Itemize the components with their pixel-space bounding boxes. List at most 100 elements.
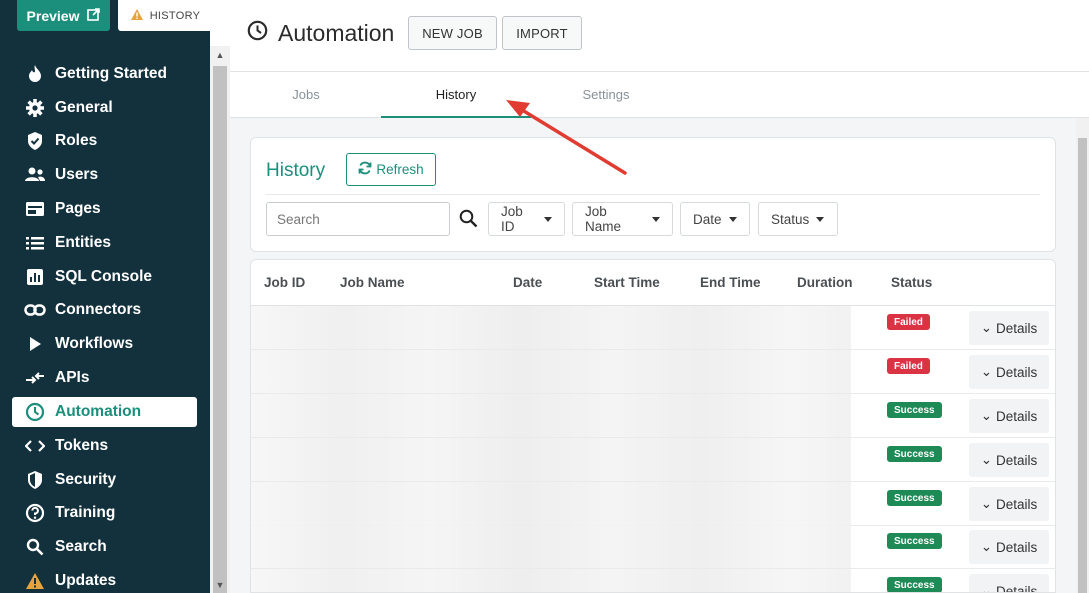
column-header-job-id[interactable]: Job ID: [264, 275, 305, 290]
refresh-label: Refresh: [376, 162, 424, 177]
sidebar-item-entities[interactable]: Entities: [12, 226, 197, 260]
column-header-duration[interactable]: Duration: [797, 275, 853, 290]
card-divider: [266, 194, 1040, 195]
column-header-start-time[interactable]: Start Time: [594, 275, 660, 290]
sidebar-item-security[interactable]: Security: [12, 463, 197, 497]
column-header-status[interactable]: Status: [891, 275, 932, 290]
page-title: Automation: [247, 20, 394, 47]
new-job-button[interactable]: NEW JOB: [408, 16, 497, 50]
main-scrollbar-thumb[interactable]: [1078, 138, 1087, 593]
filter-status-dropdown[interactable]: Status: [758, 202, 838, 236]
sidebar-item-label: Training: [55, 504, 116, 522]
column-header-date[interactable]: Date: [513, 275, 542, 290]
status-badge: Success: [887, 446, 942, 462]
sidebar-item-label: SQL Console: [55, 267, 153, 285]
details-button[interactable]: ⌄ Details: [969, 399, 1049, 433]
sidebar-item-search[interactable]: Search: [12, 530, 197, 564]
sidebar-item-pages[interactable]: Pages: [12, 192, 197, 226]
code-icon: [24, 435, 46, 457]
filter-job-name-dropdown[interactable]: Job Name: [572, 202, 673, 236]
status-badge: Failed: [887, 314, 930, 330]
play-icon: [24, 333, 46, 355]
sidebar-item-label: Search: [55, 538, 107, 556]
sidebar-item-label: Workflows: [55, 335, 134, 353]
clock-icon: [247, 20, 268, 47]
sidebar-item-general[interactable]: General: [12, 91, 197, 125]
sidebar-item-connectors[interactable]: Connectors: [12, 294, 197, 328]
sidebar-item-label: Tokens: [55, 436, 109, 454]
redacted-row-content: [251, 482, 851, 525]
sidebar-item-users[interactable]: Users: [12, 158, 197, 192]
sidebar-item-tokens[interactable]: Tokens: [12, 429, 197, 463]
filter-job-id-dropdown[interactable]: Job ID: [488, 202, 565, 236]
sidebar-item-label: Automation: [55, 402, 142, 420]
search-icon[interactable]: [459, 209, 478, 233]
sidebar-top-bar: Preview HISTORY: [0, 0, 210, 46]
import-button[interactable]: IMPORT: [502, 16, 582, 50]
history-title: History: [266, 160, 326, 181]
chevron-down-icon: ⌄: [980, 539, 993, 554]
sidebar-item-roles[interactable]: Roles: [12, 125, 197, 159]
details-button[interactable]: ⌄ Details: [969, 355, 1049, 389]
details-label: Details: [996, 408, 1038, 424]
chart-icon: [24, 266, 46, 288]
refresh-button[interactable]: Refresh: [346, 153, 436, 186]
preview-label: Preview: [26, 7, 80, 24]
sidebar-item-label: General: [55, 98, 113, 116]
sidebar-item-label: APIs: [55, 369, 90, 387]
details-button[interactable]: ⌄ Details: [969, 530, 1049, 564]
redacted-row-content: [251, 394, 851, 437]
chevron-down-icon: ⌄: [980, 408, 993, 423]
table-row: Success ⌄ Details: [251, 525, 1055, 569]
search-input[interactable]: [266, 202, 450, 236]
pages-icon: [24, 198, 46, 220]
filter-label: Job Name: [585, 204, 622, 234]
help-icon: [24, 502, 46, 524]
status-badge: Failed: [887, 358, 930, 374]
status-badge: Success: [887, 577, 942, 592]
sidebar-item-sql-console[interactable]: SQL Console: [12, 260, 197, 294]
scroll-up-icon[interactable]: ▲: [214, 49, 226, 61]
details-button[interactable]: ⌄ Details: [969, 574, 1049, 592]
preview-button[interactable]: Preview: [17, 0, 110, 31]
history-button[interactable]: HISTORY: [118, 0, 210, 31]
redacted-row-content: [251, 569, 851, 592]
sidebar-scrollbar-thumb[interactable]: [213, 66, 227, 593]
filter-label: Status: [771, 211, 810, 227]
caret-down-icon: [652, 216, 660, 222]
details-label: Details: [996, 364, 1038, 380]
details-label: Details: [996, 496, 1038, 512]
gear-icon: [24, 97, 46, 119]
sidebar-item-label: Security: [55, 470, 117, 488]
details-button[interactable]: ⌄ Details: [969, 443, 1049, 477]
sidebar-item-label: Entities: [55, 233, 111, 251]
redacted-row-content: [251, 306, 851, 349]
filter-date-dropdown[interactable]: Date: [680, 202, 750, 236]
column-header-end-time[interactable]: End Time: [700, 275, 761, 290]
sidebar: Preview HISTORY Getting Started General …: [0, 0, 210, 593]
table-row: Failed ⌄ Details: [251, 350, 1055, 394]
sidebar-item-automation[interactable]: Automation: [12, 396, 197, 427]
history-table: Job ID Job Name Date Start Time End Time…: [250, 259, 1056, 593]
scroll-down-icon[interactable]: ▼: [214, 579, 226, 591]
sidebar-item-getting-started[interactable]: Getting Started: [12, 57, 197, 91]
sidebar-scrollbar[interactable]: ▲ ▼: [210, 46, 230, 593]
annotation-arrow: [506, 100, 627, 175]
table-row: Success ⌄ Details: [251, 482, 1055, 526]
sidebar-item-workflows[interactable]: Workflows: [12, 327, 197, 361]
details-button[interactable]: ⌄ Details: [969, 311, 1049, 345]
sidebar-item-updates[interactable]: Updates: [12, 564, 197, 593]
tab-jobs[interactable]: Jobs: [231, 72, 381, 117]
column-header-job-name[interactable]: Job Name: [340, 275, 405, 290]
caret-down-icon: [544, 216, 552, 222]
main-scrollbar[interactable]: [1076, 118, 1089, 593]
chevron-down-icon: ⌄: [980, 452, 993, 467]
details-button[interactable]: ⌄ Details: [969, 487, 1049, 521]
sidebar-item-training[interactable]: Training: [12, 497, 197, 531]
history-filter-card: History Refresh Job ID Job Name Date Sta…: [250, 137, 1056, 252]
status-badge: Success: [887, 402, 942, 418]
flame-icon: [24, 63, 46, 85]
sidebar-item-apis[interactable]: APIs: [12, 361, 197, 395]
sidebar-item-label: Users: [55, 166, 99, 184]
table-row: Success ⌄ Details: [251, 438, 1055, 482]
